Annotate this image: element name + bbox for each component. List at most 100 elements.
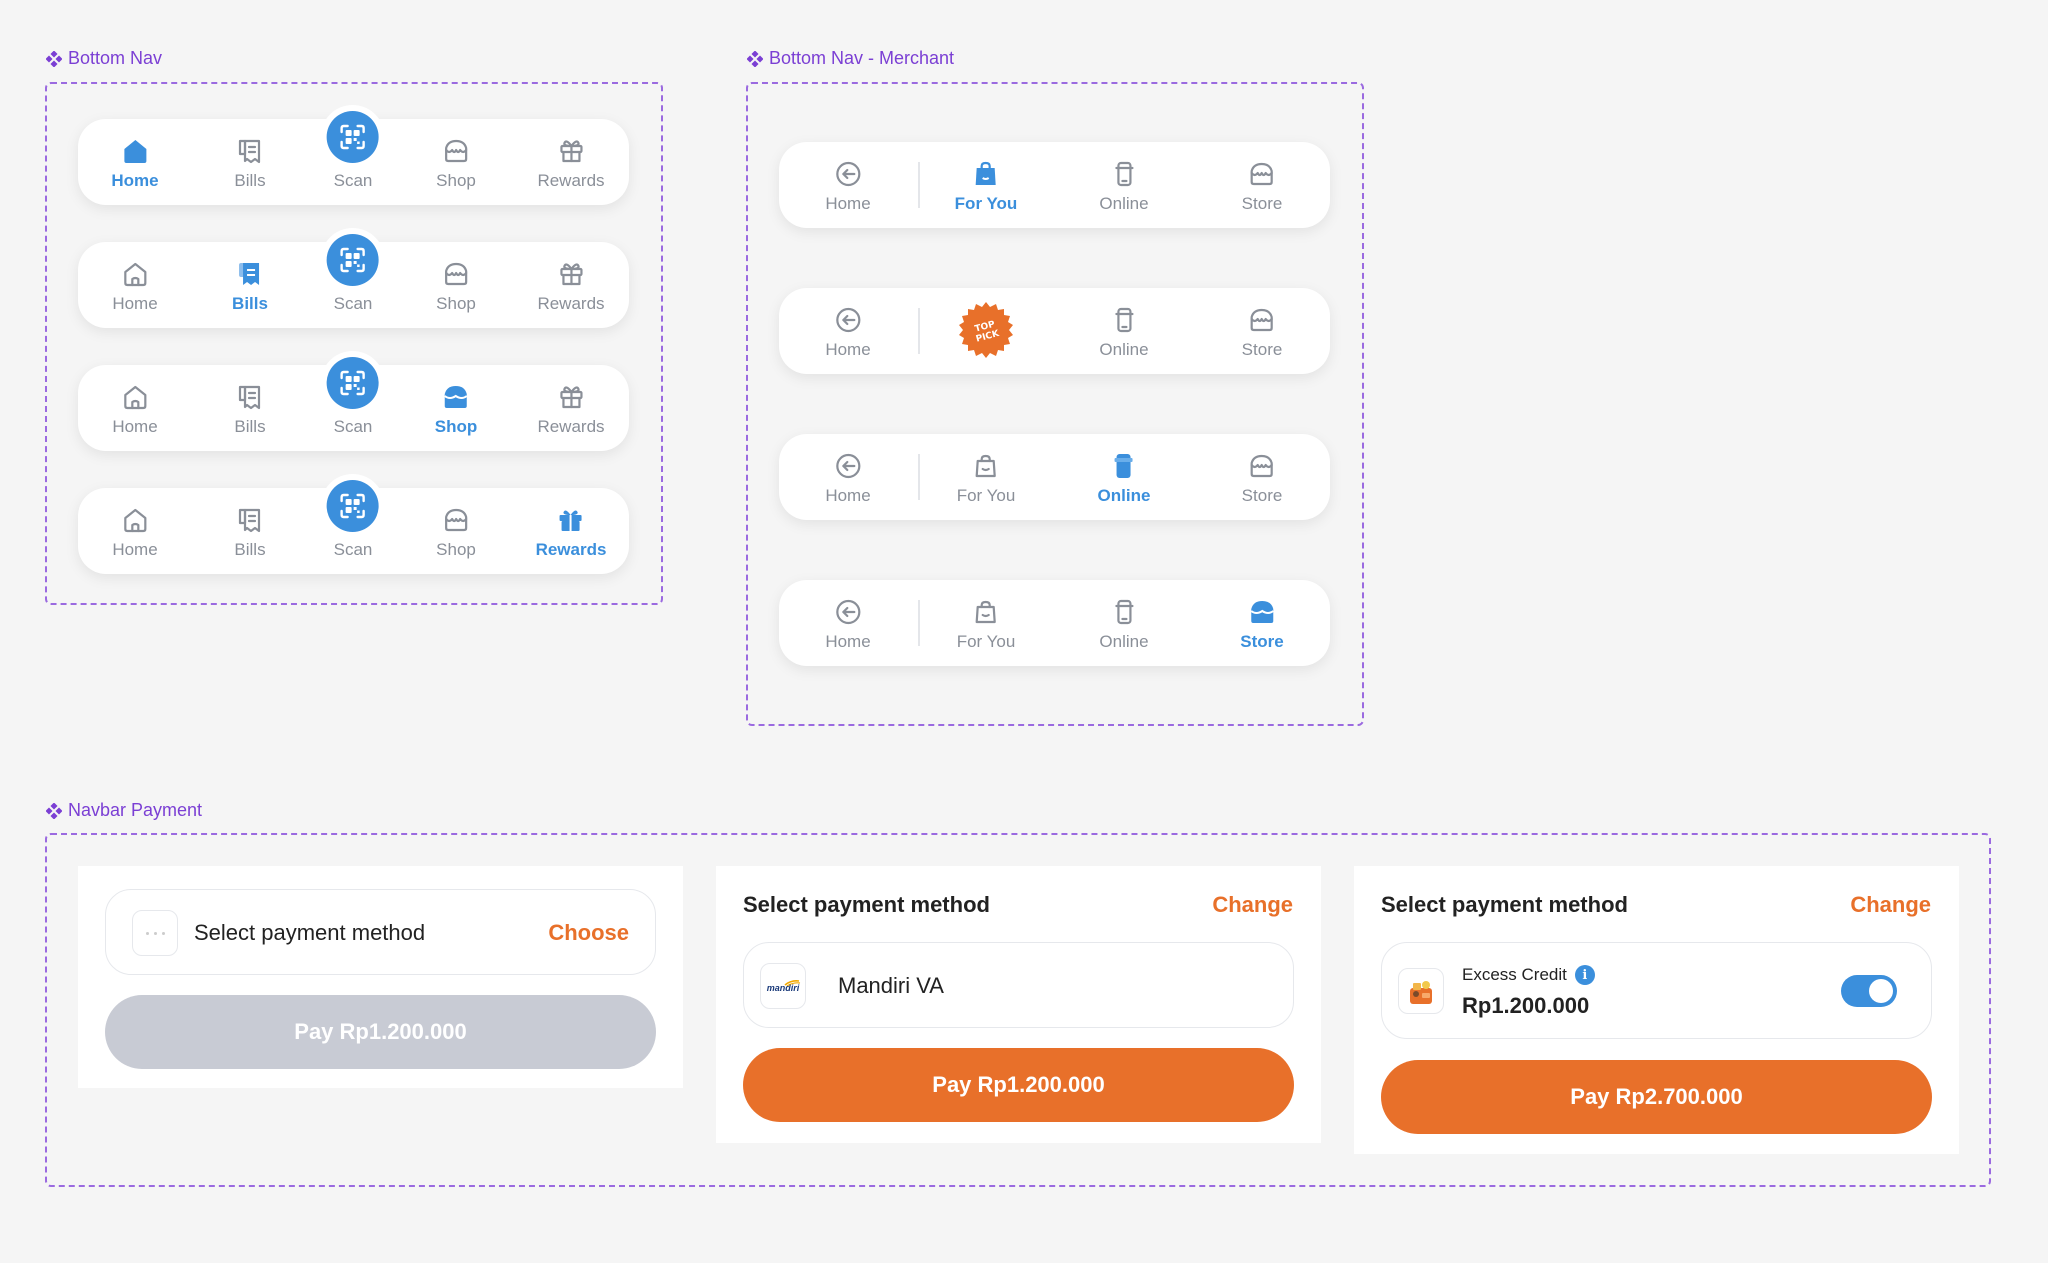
nav-item-home[interactable]: Home [825, 580, 871, 666]
bills-icon [234, 381, 266, 413]
scan-icon [327, 234, 379, 286]
payment-card-mandiri: Select payment method Change mandiri Man… [716, 866, 1321, 1143]
nav-item-store[interactable]: Store [1240, 580, 1284, 666]
merchant-nav-bar: Home TOP PICK Online Store [779, 288, 1330, 374]
nav-item-for-you[interactable]: For You [957, 434, 1015, 520]
nav-item-home[interactable]: Home [825, 434, 871, 520]
back-icon [832, 158, 864, 190]
mandiri-logo-icon: mandiri [760, 963, 806, 1009]
section-label-navbar-payment: Navbar Payment [46, 800, 202, 821]
top-pick-badge-icon: TOP PICK [955, 300, 1017, 362]
bills-icon [234, 135, 266, 167]
nav-item-home[interactable]: Home [112, 365, 158, 451]
nav-item-rewards[interactable]: Rewards [537, 365, 605, 451]
nav-item-online[interactable]: Online [1099, 142, 1149, 228]
nav-label: Online [1099, 340, 1149, 359]
scan-icon [327, 357, 379, 409]
nav-item-scan[interactable]: Scan [321, 228, 385, 328]
nav-label: Online [1097, 486, 1151, 505]
section-title: Navbar Payment [68, 800, 203, 820]
nav-item-bills[interactable]: Bills [234, 365, 266, 451]
excess-credit-label: Excess Credit [1462, 965, 1567, 984]
payment-title: Select payment method [1381, 892, 1628, 917]
pay-button[interactable]: Pay Rp2.700.000 [1381, 1060, 1932, 1134]
nav-label: Scan [333, 171, 373, 190]
nav-item-store[interactable]: Store [1242, 434, 1282, 520]
nav-item-scan[interactable]: Scan [321, 474, 385, 574]
nav-label: Store [1241, 194, 1283, 213]
nav-label: Bills [232, 294, 268, 313]
nav-label: Home [111, 171, 159, 190]
nav-item-rewards[interactable]: Rewards [536, 488, 606, 574]
nav-label: Rewards [537, 171, 605, 190]
nav-item-scan[interactable]: Scan [321, 351, 385, 451]
shop-icon [440, 504, 472, 536]
back-icon [832, 596, 864, 628]
nav-label: Bills [234, 540, 266, 559]
nav-label: Home [112, 294, 158, 313]
back-icon [832, 304, 864, 336]
merchant-nav-bar: Home For You Online Store [779, 580, 1330, 666]
bank-logo-text: mandiri [766, 983, 800, 993]
nav-item-for-you[interactable]: TOP PICK [955, 288, 1017, 374]
nav-item-bills[interactable]: Bills [234, 488, 266, 574]
pay-button[interactable]: Pay Rp1.200.000 [743, 1048, 1294, 1122]
nav-item-for-you[interactable]: For You [955, 142, 1017, 228]
selected-payment-method[interactable]: mandiri Mandiri VA [743, 942, 1294, 1028]
nav-item-for-you[interactable]: For You [957, 580, 1015, 666]
nav-item-home[interactable]: Home [825, 142, 871, 228]
nav-label: Home [825, 194, 871, 213]
payment-method-selector[interactable]: Select payment method Choose [105, 889, 656, 975]
foryou-icon [970, 596, 1002, 628]
nav-item-home[interactable]: Home [112, 242, 158, 328]
nav-item-home[interactable]: Home [111, 119, 159, 205]
nav-item-bills[interactable]: Bills [234, 119, 266, 205]
excess-credit-amount: Rp1.200.000 [1462, 993, 1590, 1018]
nav-item-bills[interactable]: Bills [232, 242, 268, 328]
nav-item-scan[interactable]: Scan [321, 105, 385, 205]
online-icon [1108, 450, 1140, 482]
nav-label: Store [1240, 632, 1284, 651]
merchant-nav-bar: Home For You Online Store [779, 142, 1330, 228]
nav-label: Online [1099, 632, 1149, 651]
nav-item-rewards[interactable]: Rewards [537, 119, 605, 205]
nav-item-online[interactable]: Online [1099, 288, 1149, 374]
store-icon [1246, 304, 1278, 336]
merchant-nav-bar: Home For You Online Store [779, 434, 1330, 520]
home-icon [119, 135, 151, 167]
nav-label: Home [825, 340, 871, 359]
nav-item-online[interactable]: Online [1099, 580, 1149, 666]
choose-link[interactable]: Choose [548, 920, 629, 946]
nav-label: Scan [333, 540, 373, 559]
nav-label: Rewards [537, 294, 605, 313]
section-title: Bottom Nav [68, 48, 163, 68]
nav-label: Online [1099, 194, 1149, 213]
nav-item-home[interactable]: Home [825, 288, 871, 374]
store-icon [1246, 450, 1278, 482]
bills-icon [234, 258, 266, 290]
nav-item-shop[interactable]: Shop [436, 488, 476, 574]
nav-label: Shop [434, 417, 478, 436]
nav-item-shop[interactable]: Shop [436, 119, 476, 205]
bills-icon [234, 504, 266, 536]
change-link[interactable]: Change [1850, 892, 1931, 918]
nav-item-shop[interactable]: Shop [436, 242, 476, 328]
component-icon [46, 802, 62, 819]
nav-item-shop[interactable]: Shop [434, 365, 478, 451]
nav-item-store[interactable]: Store [1241, 142, 1283, 228]
excess-credit-toggle[interactable] [1841, 975, 1897, 1007]
change-link[interactable]: Change [1212, 892, 1293, 918]
pay-button-disabled[interactable]: Pay Rp1.200.000 [105, 995, 656, 1069]
bottom-nav-bar: Home Bills Scan Shop Rewards [78, 228, 629, 328]
info-icon[interactable]: i [1574, 965, 1595, 985]
nav-item-rewards[interactable]: Rewards [537, 242, 605, 328]
nav-item-store[interactable]: Store [1242, 288, 1282, 374]
nav-divider [918, 308, 920, 354]
nav-item-home[interactable]: Home [112, 488, 158, 574]
section-label-bottom-nav: Bottom Nav [46, 48, 162, 69]
toggle-knob [1869, 979, 1893, 1003]
rewards-icon [555, 381, 587, 413]
nav-label: Bills [234, 417, 266, 436]
nav-item-online[interactable]: Online [1097, 434, 1151, 520]
payment-card-empty: Select payment method Choose Pay Rp1.200… [78, 866, 683, 1088]
